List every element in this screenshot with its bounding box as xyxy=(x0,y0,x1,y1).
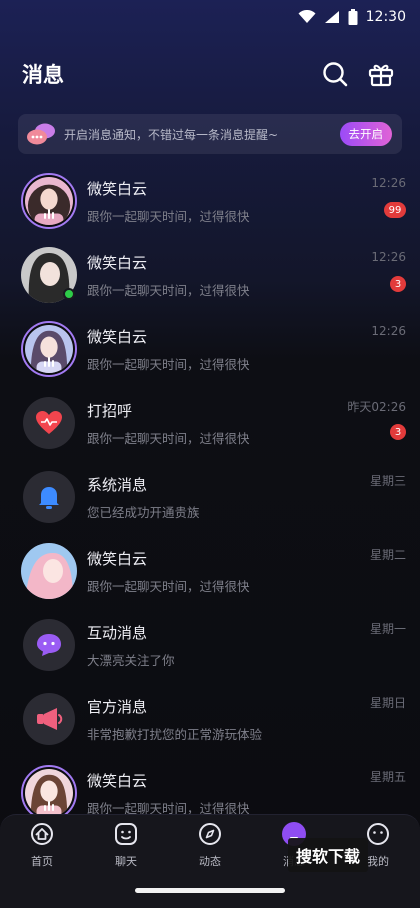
live-indicator-icon xyxy=(44,357,54,367)
page-title: 消息 xyxy=(22,63,64,87)
header: 消息 xyxy=(0,34,420,114)
avatar xyxy=(21,469,77,525)
message-time: 12:26 xyxy=(371,176,406,190)
status-time: 12:30 xyxy=(365,9,406,25)
live-indicator-icon xyxy=(44,801,54,811)
conversation-row[interactable]: 系统消息 您已经成功开通贵族 星期三 xyxy=(0,460,420,534)
watermark-label: 搜软下载 xyxy=(288,838,369,872)
contact-name: 微笑白云 xyxy=(87,253,148,272)
message-time: 星期日 xyxy=(369,696,406,710)
contact-name: 系统消息 xyxy=(87,475,148,494)
live-indicator-icon xyxy=(44,209,54,219)
gift-button[interactable] xyxy=(364,57,398,91)
message-preview: 跟你一起聊天时间，过得很快 xyxy=(87,282,250,298)
message-preview: 跟你一起聊天时间，过得很快 xyxy=(87,208,250,224)
profile-icon xyxy=(367,823,389,845)
tab-label: 动态 xyxy=(199,855,221,868)
heart-icon xyxy=(36,411,62,434)
unread-badge: 99 xyxy=(384,202,406,218)
conversation-row[interactable]: 微笑白云 跟你一起聊天时间，过得很快 12:26 xyxy=(0,312,420,386)
message-preview: 跟你一起聊天时间，过得很快 xyxy=(87,430,250,446)
smile-icon xyxy=(115,823,137,845)
unread-badge: 3 xyxy=(390,424,406,440)
home-icon xyxy=(31,823,53,845)
conversation-row[interactable]: 官方消息 非常抱歉打扰您的正常游玩体验 星期日 xyxy=(0,682,420,756)
tab-home[interactable]: 首页 xyxy=(0,821,84,879)
message-time: 星期二 xyxy=(369,548,406,562)
chat-bubble-icon xyxy=(37,634,61,656)
search-icon xyxy=(323,62,348,87)
tab-label: 聊天 xyxy=(115,855,137,868)
avatar xyxy=(21,173,77,229)
avatar xyxy=(21,765,77,821)
message-time: 12:26 xyxy=(371,324,406,338)
avatar xyxy=(21,691,77,747)
tab-label: 我的 xyxy=(367,855,389,868)
message-preview: 您已经成功开通贵族 xyxy=(87,504,200,520)
status-bar: 12:30 xyxy=(0,0,420,34)
contact-name: 微笑白云 xyxy=(87,179,148,198)
contact-name: 微笑白云 xyxy=(87,771,148,790)
conversation-row[interactable]: 微笑白云 跟你一起聊天时间，过得很快 星期二 xyxy=(0,534,420,608)
battery-icon xyxy=(348,9,358,25)
notice-text: 开启消息通知，不错过每一条消息提醒~ xyxy=(64,127,279,142)
tab-chat[interactable]: 聊天 xyxy=(84,821,168,879)
message-time: 12:26 xyxy=(371,250,406,264)
notification-banner: 开启消息通知，不错过每一条消息提醒~ 去开启 xyxy=(18,114,402,154)
message-preview: 非常抱歉打扰您的正常游玩体验 xyxy=(87,726,263,742)
enable-notifications-button[interactable]: 去开启 xyxy=(339,122,392,146)
contact-name: 微笑白云 xyxy=(87,549,148,568)
contact-name: 互动消息 xyxy=(87,623,148,642)
search-button[interactable] xyxy=(318,57,352,91)
bell-icon xyxy=(39,487,59,509)
avatar xyxy=(21,395,77,451)
message-time: 星期一 xyxy=(369,622,406,636)
avatar xyxy=(21,321,77,377)
avatar xyxy=(21,617,77,673)
signal-icon xyxy=(324,11,339,23)
online-status-icon xyxy=(63,288,75,300)
conversation-row[interactable]: 微笑白云 跟你一起聊天时间，过得很快 12:26 3 xyxy=(0,238,420,312)
gift-icon xyxy=(368,64,394,87)
conversation-list: 微笑白云 跟你一起聊天时间，过得很快 12:26 99 微笑白云 跟你一起聊天时… xyxy=(0,164,420,830)
avatar xyxy=(21,247,77,303)
unread-badge: 3 xyxy=(390,276,406,292)
conversation-row[interactable]: 微笑白云 跟你一起聊天时间，过得很快 12:26 99 xyxy=(0,164,420,238)
tab-label: 首页 xyxy=(31,855,53,868)
message-time: 昨天02:26 xyxy=(347,400,406,414)
message-preview: 跟你一起聊天时间，过得很快 xyxy=(87,356,250,372)
home-indicator[interactable] xyxy=(135,888,285,893)
message-preview: 跟你一起聊天时间，过得很快 xyxy=(87,578,250,594)
contact-name: 微笑白云 xyxy=(87,327,148,346)
chat-bubbles-icon xyxy=(26,122,56,146)
contact-name: 官方消息 xyxy=(87,697,148,716)
tab-moments[interactable]: 动态 xyxy=(168,821,252,879)
wifi-icon xyxy=(298,10,316,23)
avatar xyxy=(21,543,77,599)
compass-icon xyxy=(199,823,221,845)
conversation-row[interactable]: 打招呼 跟你一起聊天时间，过得很快 昨天02:26 3 xyxy=(0,386,420,460)
megaphone-icon xyxy=(37,708,63,730)
conversation-row[interactable]: 互动消息 大漂亮关注了你 星期一 xyxy=(0,608,420,682)
message-time: 星期三 xyxy=(369,474,406,488)
message-time: 星期五 xyxy=(369,770,406,784)
message-preview: 大漂亮关注了你 xyxy=(87,652,175,668)
